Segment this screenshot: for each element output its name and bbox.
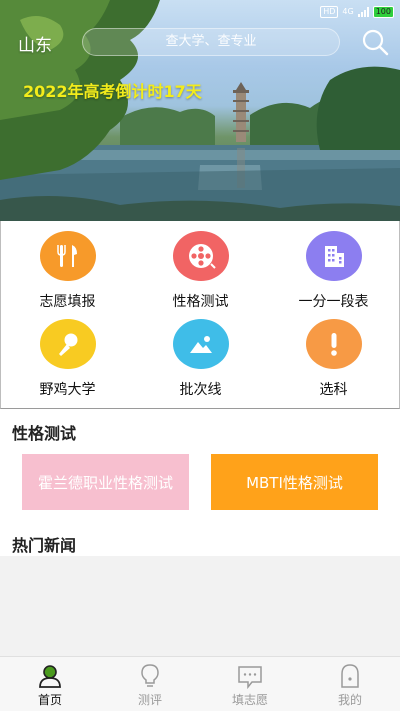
building-icon [305,231,362,281]
news-section-title: 热门新闻 [12,536,77,555]
chat-bubble-icon [238,666,262,689]
menu-batch-line[interactable]: 批次线 [134,309,267,399]
film-reel-icon [172,231,229,281]
network-type: 4G [342,7,354,16]
menu-label: 志愿填报 [39,294,96,310]
tab-label: 测评 [137,693,162,707]
microphone-icon [39,319,96,369]
hero-banner[interactable]: HD 4G 100 山东 查大学、查专业 2022年高考倒计时17天 [0,0,400,221]
tab-label: 我的 [337,693,362,707]
signal-icon [357,7,369,17]
utensils-icon [39,231,96,281]
menu-label: 野鸡大学 [39,382,96,398]
menu-label: 批次线 [179,382,222,398]
mbti-test-button[interactable]: MBTI性格测试 [211,454,378,510]
menu-score-table[interactable]: 一分一段表 [267,221,400,311]
menu-label: 一分一段表 [298,294,369,310]
tab-label: 填志愿 [231,693,268,707]
tab-profile[interactable]: 我的 [300,657,400,711]
tab-evaluation[interactable]: 测评 [100,657,200,711]
menu-personality-test[interactable]: 性格测试 [134,221,267,311]
hd-badge: HD [320,6,339,18]
location-selector[interactable]: 山东 [18,31,52,56]
tab-home[interactable]: 首页 [0,657,100,711]
home-person-icon [39,665,61,688]
feature-grid: 志愿填报 性格测试 一分一段表 野鸡大学 批次线 选科 [0,221,400,409]
user-icon [341,664,359,688]
news-list [0,556,400,656]
status-bar: HD 4G 100 [320,6,394,18]
menu-subject-selection[interactable]: 选科 [267,309,400,399]
battery-indicator: 100 [372,6,394,18]
exam-countdown: 2022年高考倒计时17天 [23,82,202,101]
menu-volunteer-filling[interactable]: 志愿填报 [1,221,134,311]
search-icon[interactable] [360,27,390,57]
lightbulb-icon [141,664,159,687]
bottom-tab-bar: 首页 测评 填志愿 我的 [0,656,400,711]
holland-test-button[interactable]: 霍兰德职业性格测试 [22,454,189,510]
tab-fill-volunteer[interactable]: 填志愿 [200,657,300,711]
personality-section-title: 性格测试 [12,424,77,443]
image-icon [172,319,229,369]
tab-label: 首页 [37,693,62,707]
menu-label: 性格测试 [172,294,229,310]
menu-fake-universities[interactable]: 野鸡大学 [1,309,134,399]
exclamation-icon [305,319,362,369]
menu-label: 选科 [319,382,348,398]
search-input[interactable]: 查大学、查专业 [82,28,340,56]
